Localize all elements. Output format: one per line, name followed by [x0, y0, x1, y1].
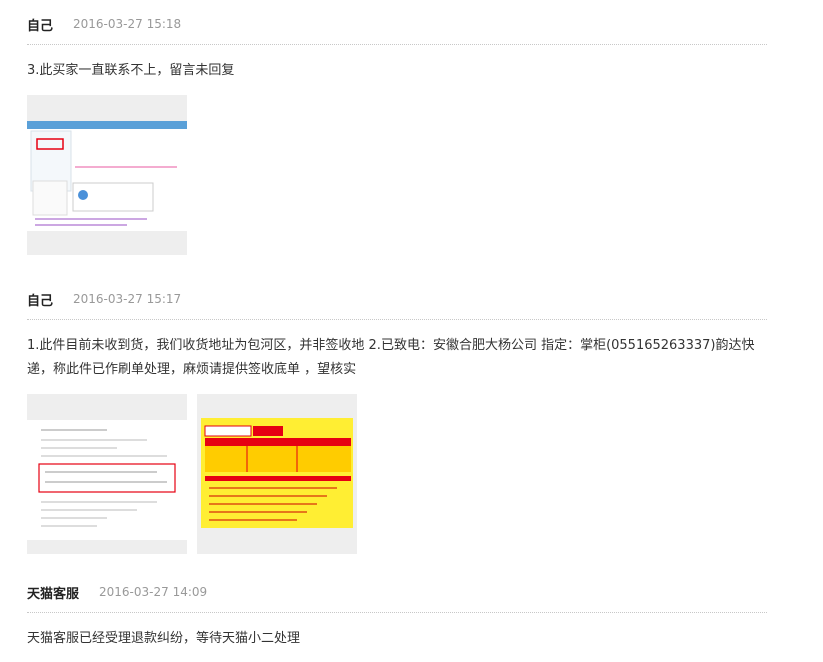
attachment-thumbnail[interactable] [27, 394, 187, 554]
message-text: 1.此件目前未收到货，我们收货地址为包河区，并非签收地 2.已致电：安徽合肥大杨… [27, 338, 755, 377]
screenshot-image [27, 95, 187, 255]
message-header: 自己 2016-03-27 15:18 [27, 12, 767, 45]
attachment-list [27, 394, 767, 554]
message-time: 2016-03-27 15:18 [73, 17, 182, 31]
message-header: 天猫客服 2016-03-27 14:09 [27, 580, 767, 613]
message-text: 3.此买家一直联系不上，留言未回复 [27, 63, 235, 78]
message-header: 自己 2016-03-27 15:17 [27, 287, 767, 320]
message-time: 2016-03-27 15:17 [73, 292, 182, 306]
message-author: 自己 [27, 18, 54, 34]
attachment-thumbnail[interactable] [27, 95, 187, 255]
message-item: 天猫客服 2016-03-27 14:09 天猫客服已经受理退款纠纷，等待天猫小… [27, 580, 767, 651]
message-author: 天猫客服 [27, 586, 80, 602]
message-time: 2016-03-27 14:09 [99, 585, 208, 599]
message-author: 自己 [27, 293, 54, 309]
message-thread: 自己 2016-03-27 15:18 3.此买家一直联系不上，留言未回复 自己… [0, 0, 823, 662]
chat-log-image [27, 394, 187, 554]
message-item: 自己 2016-03-27 15:17 1.此件目前未收到货，我们收货地址为包河… [27, 287, 767, 554]
attachment-thumbnail[interactable] [197, 394, 357, 554]
message-text: 天猫客服已经受理退款纠纷，等待天猫小二处理 [27, 631, 301, 646]
message-item: 自己 2016-03-27 15:18 3.此买家一直联系不上，留言未回复 [27, 12, 767, 255]
attachment-list [27, 95, 767, 255]
tracking-page-image [197, 394, 357, 554]
